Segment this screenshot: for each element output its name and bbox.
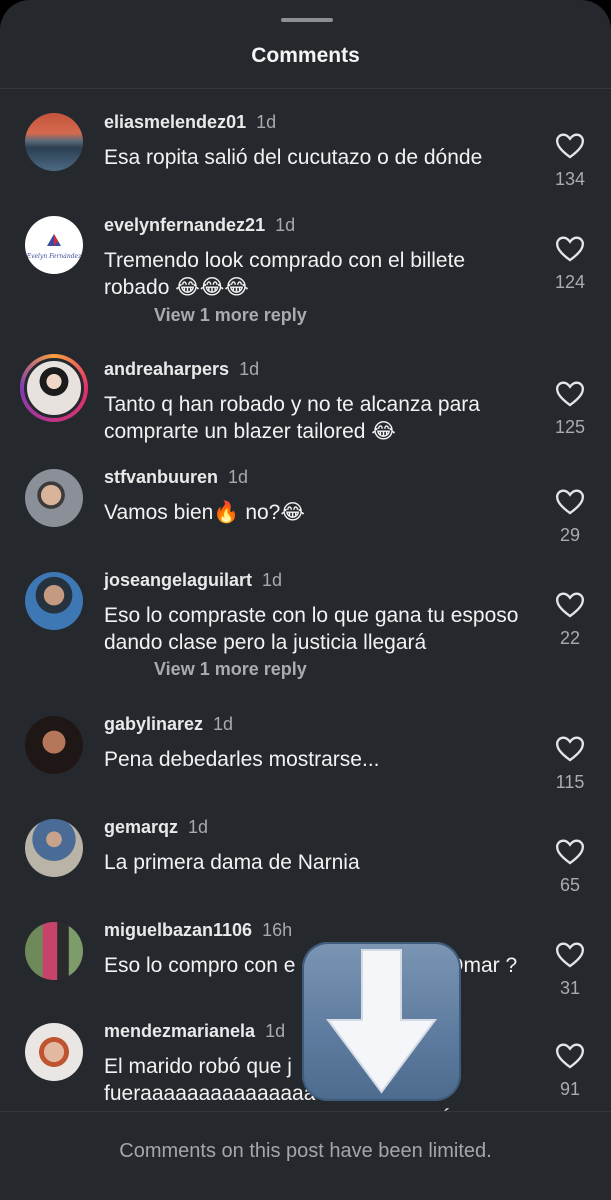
svg-text:Evelyn Fernández: Evelyn Fernández bbox=[26, 253, 82, 260]
comment-username[interactable]: mendezmarianela 1d bbox=[104, 1021, 285, 1042]
comment-text: Vamos bien🔥 no?😂 bbox=[104, 501, 305, 524]
comment-time: 1d bbox=[188, 817, 209, 837]
heart-icon[interactable] bbox=[556, 236, 584, 262]
heart-icon[interactable] bbox=[556, 942, 584, 968]
like-count: 22 bbox=[559, 628, 581, 648]
comment-username[interactable]: evelynfernandez21 1d bbox=[104, 215, 295, 236]
comment-username[interactable]: gemarqz 1d bbox=[104, 817, 208, 838]
heart-icon[interactable] bbox=[556, 381, 584, 407]
like-count: 65 bbox=[559, 875, 581, 895]
avatar[interactable] bbox=[25, 469, 83, 527]
heart-icon[interactable] bbox=[556, 839, 584, 865]
download-overlay[interactable] bbox=[302, 942, 461, 1101]
sheet-title: Comments bbox=[251, 44, 360, 67]
like-button[interactable]: 115 bbox=[545, 736, 595, 793]
like-button[interactable]: 124 bbox=[545, 236, 595, 293]
like-button[interactable]: 22 bbox=[545, 592, 595, 649]
comment-time: 1d bbox=[265, 1021, 286, 1041]
like-button[interactable]: 125 bbox=[545, 381, 595, 438]
heart-icon[interactable] bbox=[556, 489, 584, 515]
avatar[interactable] bbox=[25, 572, 83, 630]
comment-time: 1d bbox=[262, 570, 283, 590]
comment-username[interactable]: andreaharpers 1d bbox=[104, 359, 259, 380]
heart-icon[interactable] bbox=[556, 592, 584, 618]
avatar[interactable] bbox=[25, 819, 83, 877]
comment-username[interactable]: gabylinarez 1d bbox=[104, 714, 233, 735]
avatar[interactable]: Evelyn Fernández bbox=[25, 216, 83, 274]
like-button[interactable]: 134 bbox=[545, 133, 595, 190]
drag-handle[interactable] bbox=[281, 18, 333, 22]
comment-text: La primera dama de Narnia bbox=[104, 851, 360, 874]
limited-comments-notice: Comments on this post have been limited. bbox=[119, 1140, 492, 1162]
like-button[interactable]: 65 bbox=[545, 839, 595, 896]
comment-time: 1d bbox=[239, 359, 260, 379]
avatar[interactable] bbox=[25, 922, 83, 980]
like-button[interactable]: 29 bbox=[545, 489, 595, 546]
like-count: 115 bbox=[555, 772, 585, 792]
comment-username[interactable]: joseangelaguilart 1d bbox=[104, 570, 282, 591]
comment-text: Tanto q han robado y no te alcanza para … bbox=[104, 393, 480, 443]
comment-text: Pena debedarles mostrarse... bbox=[104, 748, 380, 771]
comment-username[interactable]: eliasmelendez01 1d bbox=[104, 112, 276, 133]
comments-footer: Comments on this post have been limited. bbox=[0, 1111, 611, 1200]
download-arrow-icon bbox=[326, 949, 437, 1094]
comment-username[interactable]: stfvanbuuren 1d bbox=[104, 467, 248, 488]
like-count: 134 bbox=[554, 169, 586, 189]
comment-text: Esa ropita salió del cucutazo o de dónde bbox=[104, 146, 483, 169]
like-count: 29 bbox=[559, 525, 581, 545]
comment-username[interactable]: miguelbazan1106 16h bbox=[104, 920, 292, 941]
comment-time: 1d bbox=[228, 467, 249, 487]
like-button[interactable]: 91 bbox=[545, 1043, 595, 1100]
like-count: 125 bbox=[554, 417, 586, 437]
like-count: 31 bbox=[559, 978, 581, 998]
avatar bbox=[24, 358, 84, 418]
comment-time: 1d bbox=[213, 714, 234, 734]
comment-time: 1d bbox=[275, 215, 296, 235]
like-count: 91 bbox=[559, 1079, 581, 1099]
avatar[interactable] bbox=[25, 1023, 83, 1081]
view-replies-link[interactable]: View 1 more reply bbox=[154, 659, 307, 680]
comment-time: 16h bbox=[262, 920, 293, 940]
view-replies-link[interactable]: View 1 more reply bbox=[154, 305, 307, 326]
like-button[interactable]: 31 bbox=[545, 942, 595, 999]
avatar[interactable] bbox=[25, 716, 83, 774]
like-count: 124 bbox=[554, 272, 586, 292]
brand-logo-icon: Evelyn Fernández bbox=[26, 234, 82, 260]
heart-icon[interactable] bbox=[556, 133, 584, 159]
comment-text: Tremendo look comprado con el billete ro… bbox=[104, 249, 466, 299]
comment-text: Eso lo compraste con lo que gana tu espo… bbox=[104, 604, 519, 654]
heart-icon[interactable] bbox=[556, 736, 584, 762]
comment-time: 1d bbox=[256, 112, 277, 132]
avatar-story-ring[interactable] bbox=[20, 354, 88, 422]
avatar[interactable] bbox=[25, 113, 83, 171]
comments-sheet: Comments eliasmelendez01 1d Esa ropita sa… bbox=[0, 0, 611, 1200]
heart-icon[interactable] bbox=[556, 1043, 584, 1069]
